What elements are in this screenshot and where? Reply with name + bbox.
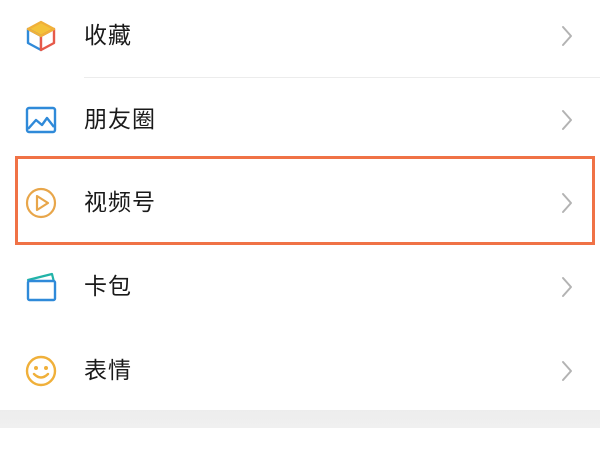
- chevron-right-icon: [562, 361, 572, 381]
- card-wallet-icon: [26, 272, 57, 302]
- section-separator: [0, 410, 600, 428]
- menu-item-label: 表情: [84, 358, 132, 384]
- chevron-right-icon: [562, 193, 572, 213]
- menu-item-label: 卡包: [84, 274, 132, 300]
- me-tab-screen: 收藏 朋友圈 视频号 卡包 表情: [0, 0, 600, 450]
- moments-image-icon: [25, 106, 57, 134]
- chevron-right-icon: [562, 26, 572, 46]
- menu-item-label: 收藏: [84, 23, 132, 49]
- menu-item-label: 视频号: [84, 190, 156, 216]
- menu-item-stickers[interactable]: 表情: [0, 329, 600, 413]
- channels-play-icon: [25, 187, 57, 219]
- favorites-cube-icon: [26, 20, 56, 52]
- menu-item-moments[interactable]: 朋友圈: [0, 78, 600, 162]
- chevron-right-icon: [562, 277, 572, 297]
- next-section-row[interactable]: [0, 428, 600, 450]
- menu-item-channels[interactable]: 视频号: [0, 161, 600, 245]
- menu-item-favorites[interactable]: 收藏: [0, 0, 600, 78]
- chevron-right-icon: [562, 110, 572, 130]
- sticker-smiley-icon: [25, 355, 57, 387]
- menu-item-card-wallet[interactable]: 卡包: [0, 245, 600, 329]
- menu-item-label: 朋友圈: [84, 107, 156, 133]
